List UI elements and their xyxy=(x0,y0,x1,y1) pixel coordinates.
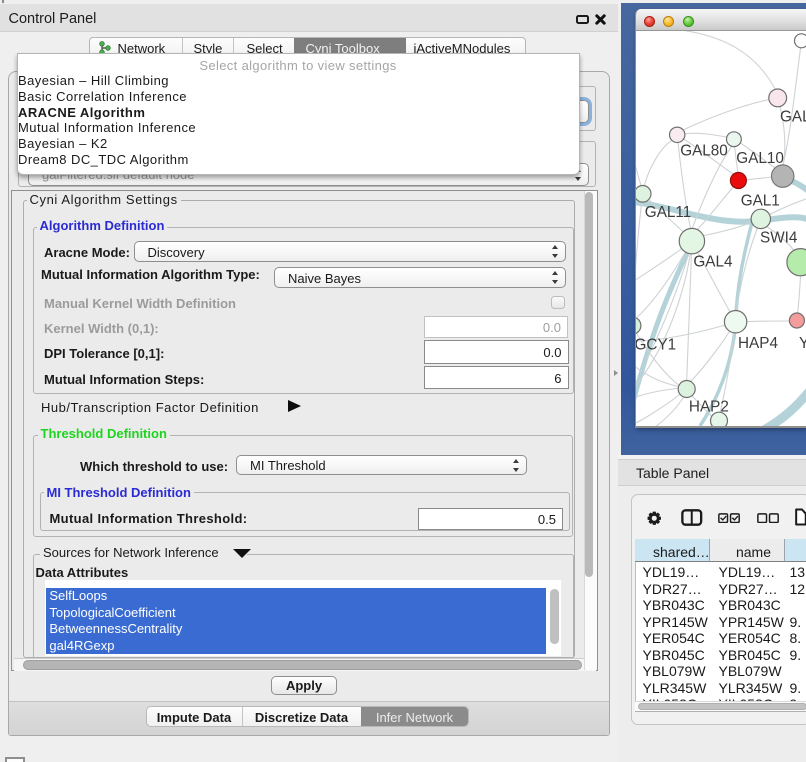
svg-text:Y: Y xyxy=(799,335,806,352)
svg-text:GAL11: GAL11 xyxy=(645,203,692,220)
svg-text:GCY1: GCY1 xyxy=(636,336,676,353)
svg-text:GAL7: GAL7 xyxy=(780,108,806,125)
svg-text:GAL10: GAL10 xyxy=(736,149,784,166)
svg-text:SWI4: SWI4 xyxy=(760,229,798,246)
svg-text:GAL4: GAL4 xyxy=(693,253,733,270)
svg-text:HAP2: HAP2 xyxy=(689,398,729,415)
svg-text:GAL80: GAL80 xyxy=(680,142,728,159)
svg-text:GAL1: GAL1 xyxy=(741,192,780,209)
svg-text:HAP4: HAP4 xyxy=(738,335,778,352)
